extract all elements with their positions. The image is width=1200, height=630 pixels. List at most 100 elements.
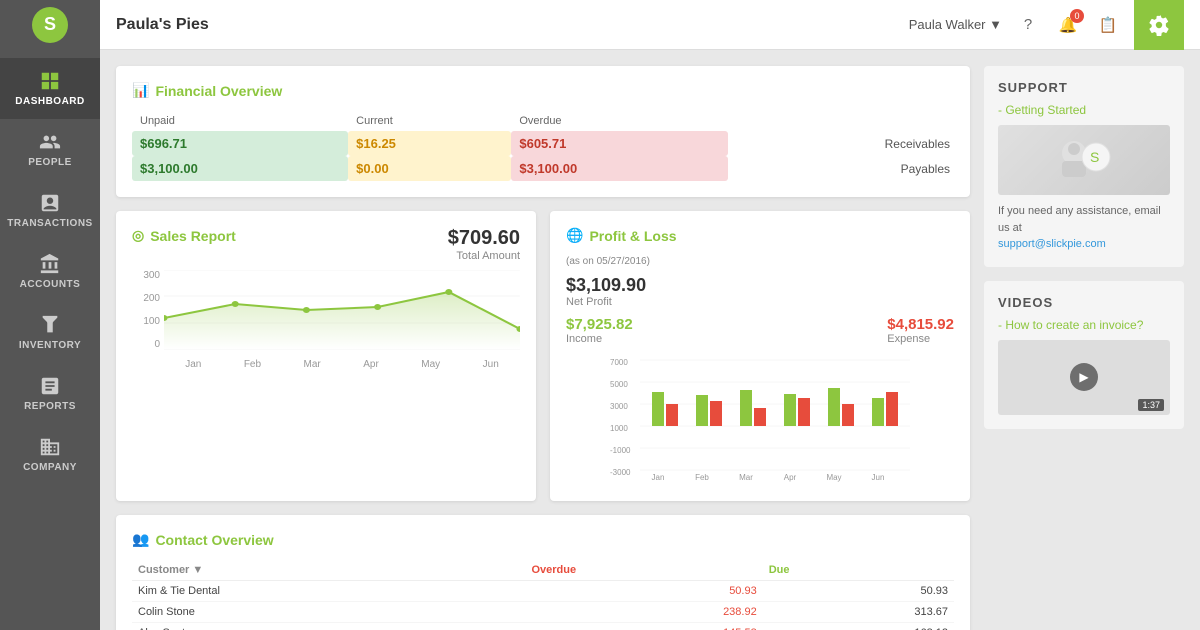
financial-overview-card: 📊 Financial Overview Unpaid Current Over… (116, 66, 970, 197)
sidebar-label-company: COMPANY (23, 462, 77, 473)
clipboard-icon[interactable]: 📋 (1094, 11, 1122, 39)
svg-text:Feb: Feb (695, 473, 709, 482)
bottom-row: 👥 Contact Overview Customer ▼ Overdue Du… (116, 515, 970, 630)
contact-due: 313.67 (763, 602, 954, 623)
svg-text:May: May (826, 473, 841, 482)
fo-unpaid: $696.71 (132, 131, 348, 156)
svg-text:-3000: -3000 (610, 468, 631, 477)
svg-text:1000: 1000 (610, 424, 628, 433)
sidebar-item-people[interactable]: PEOPLE (0, 119, 100, 180)
contact-icon: 👥 (132, 531, 149, 548)
x-axis-labels: JanFebMarAprMayJun (164, 359, 520, 370)
topbar-right: Paula Walker ▼ ? 🔔 0 📋 (909, 0, 1184, 50)
contact-row: Alex Santos 145.58 168.12 (132, 623, 954, 630)
pl-income: $7,925.82 Income (566, 316, 633, 345)
notif-badge: 0 (1070, 9, 1084, 23)
financial-overview-title: 📊 Financial Overview (132, 82, 954, 99)
fo-current: $0.00 (348, 156, 511, 181)
video-panel: VIDEOS - How to create an invoice? ▶ 1:3… (984, 281, 1184, 429)
topbar-left: S Paula's Pies (0, 0, 209, 50)
support-text: If you need any assistance, email us at … (998, 203, 1170, 253)
svg-text:Mar: Mar (739, 473, 753, 482)
line-chart-svg (164, 270, 520, 350)
user-menu[interactable]: Paula Walker ▼ (909, 17, 1002, 32)
notifications-icon[interactable]: 🔔 0 (1054, 11, 1082, 39)
sales-amount: $709.60 (448, 227, 520, 250)
sidebar-item-reports[interactable]: REPORTS (0, 363, 100, 424)
sidebar-item-accounts[interactable]: ACCOUNTS (0, 241, 100, 302)
sidebar-label-accounts: ACCOUNTS (20, 279, 81, 290)
sales-icon: ◎ (132, 227, 144, 244)
sidebar-item-dashboard[interactable]: DASHBOARD (0, 58, 100, 119)
svg-text:3000: 3000 (610, 402, 628, 411)
contact-overview-title: 👥 Contact Overview (132, 531, 954, 548)
profit-loss-title: 🌐 Profit & Loss (566, 227, 954, 244)
pl-income-row: $7,925.82 Income $4,815.92 Expense (566, 316, 954, 345)
sidebar-item-transactions[interactable]: TRANSACTIONS (0, 180, 100, 241)
col-overdue: Overdue (525, 560, 762, 581)
right-column: SUPPORT - Getting Started S If you need … (984, 66, 1184, 614)
col-overdue: Overdue (511, 111, 727, 131)
financial-row: $696.71 $16.25 $605.71 Receivables (132, 131, 954, 156)
play-button[interactable]: ▶ (1070, 363, 1098, 391)
fo-unpaid: $3,100.00 (132, 156, 348, 181)
sidebar-label-dashboard: DASHBOARD (15, 96, 85, 107)
video-thumbnail[interactable]: ▶ 1:37 (998, 340, 1170, 415)
bar-chart-svg: 7000 5000 3000 1000 -1000 -3000 (566, 355, 954, 485)
svg-text:S: S (1090, 149, 1099, 165)
left-column: 📊 Financial Overview Unpaid Current Over… (116, 66, 970, 614)
contact-overdue: 145.58 (525, 623, 762, 630)
contact-name: Colin Stone (132, 602, 525, 623)
contact-overdue: 50.93 (525, 581, 762, 602)
y-axis-labels: 3002001000 (132, 270, 160, 350)
support-title: SUPPORT (998, 80, 1170, 95)
sales-total: $709.60 Total Amount (448, 227, 520, 262)
topbar: S Paula's Pies Paula Walker ▼ ? 🔔 0 📋 (0, 0, 1200, 50)
sidebar-item-inventory[interactable]: INVENTORY (0, 302, 100, 363)
fo-overdue: $3,100.00 (511, 156, 727, 181)
mid-row: ◎ Sales Report $709.60 Total Amount 3002… (116, 211, 970, 501)
contact-name: Alex Santos (132, 623, 525, 630)
sidebar: DASHBOARD PEOPLE TRANSACTIONS ACCOUNTS I… (0, 50, 100, 630)
svg-text:Apr: Apr (784, 473, 797, 482)
fo-current: $16.25 (348, 131, 511, 156)
video-link[interactable]: - How to create an invoice? (998, 318, 1170, 332)
settings-button[interactable] (1134, 0, 1184, 50)
sidebar-item-company[interactable]: COMPANY (0, 424, 100, 485)
bar-chart: 7000 5000 3000 1000 -1000 -3000 (566, 355, 954, 485)
support-image: S (1054, 135, 1114, 185)
financial-overview-table: Unpaid Current Overdue $696.71 $16.25 $6… (132, 111, 954, 181)
video-duration: 1:37 (1138, 399, 1164, 411)
company-name: Paula's Pies (116, 16, 209, 34)
fo-label: Receivables (728, 131, 955, 156)
contact-table: Customer ▼ Overdue Due Kim & Tie Dental … (132, 560, 954, 630)
chart-main (164, 270, 520, 350)
support-email[interactable]: support@slickpie.com (998, 238, 1106, 250)
contact-overview-card: 👥 Contact Overview Customer ▼ Overdue Du… (116, 515, 970, 630)
getting-started-link[interactable]: - Getting Started (998, 103, 1170, 117)
pl-net-label: Net Profit (566, 296, 954, 308)
pl-expense: $4,815.92 Expense (887, 316, 954, 345)
support-panel: SUPPORT - Getting Started S If you need … (984, 66, 1184, 267)
col-current: Current (348, 111, 511, 131)
svg-text:7000: 7000 (610, 358, 628, 367)
sales-label: Total Amount (448, 250, 520, 262)
help-icon[interactable]: ? (1014, 11, 1042, 39)
logo-area: S (0, 0, 100, 50)
svg-text:Jan: Jan (652, 473, 665, 482)
sales-chart: 3002001000 (132, 270, 520, 370)
contact-overdue: 238.92 (525, 602, 762, 623)
main-content: 📊 Financial Overview Unpaid Current Over… (100, 50, 1200, 630)
contact-row: Colin Stone 238.92 313.67 (132, 602, 954, 623)
support-thumbnail: S (998, 125, 1170, 195)
financial-row: $3,100.00 $0.00 $3,100.00 Payables (132, 156, 954, 181)
logo: S (32, 7, 68, 43)
fo-label: Payables (728, 156, 955, 181)
sidebar-label-transactions: TRANSACTIONS (7, 218, 92, 229)
chart-icon: 📊 (132, 82, 149, 99)
globe-icon: 🌐 (566, 227, 583, 244)
contact-due: 168.12 (763, 623, 954, 630)
sales-header: ◎ Sales Report $709.60 Total Amount (132, 227, 520, 262)
col-customer: Customer ▼ (132, 560, 525, 581)
sidebar-label-people: PEOPLE (28, 157, 72, 168)
